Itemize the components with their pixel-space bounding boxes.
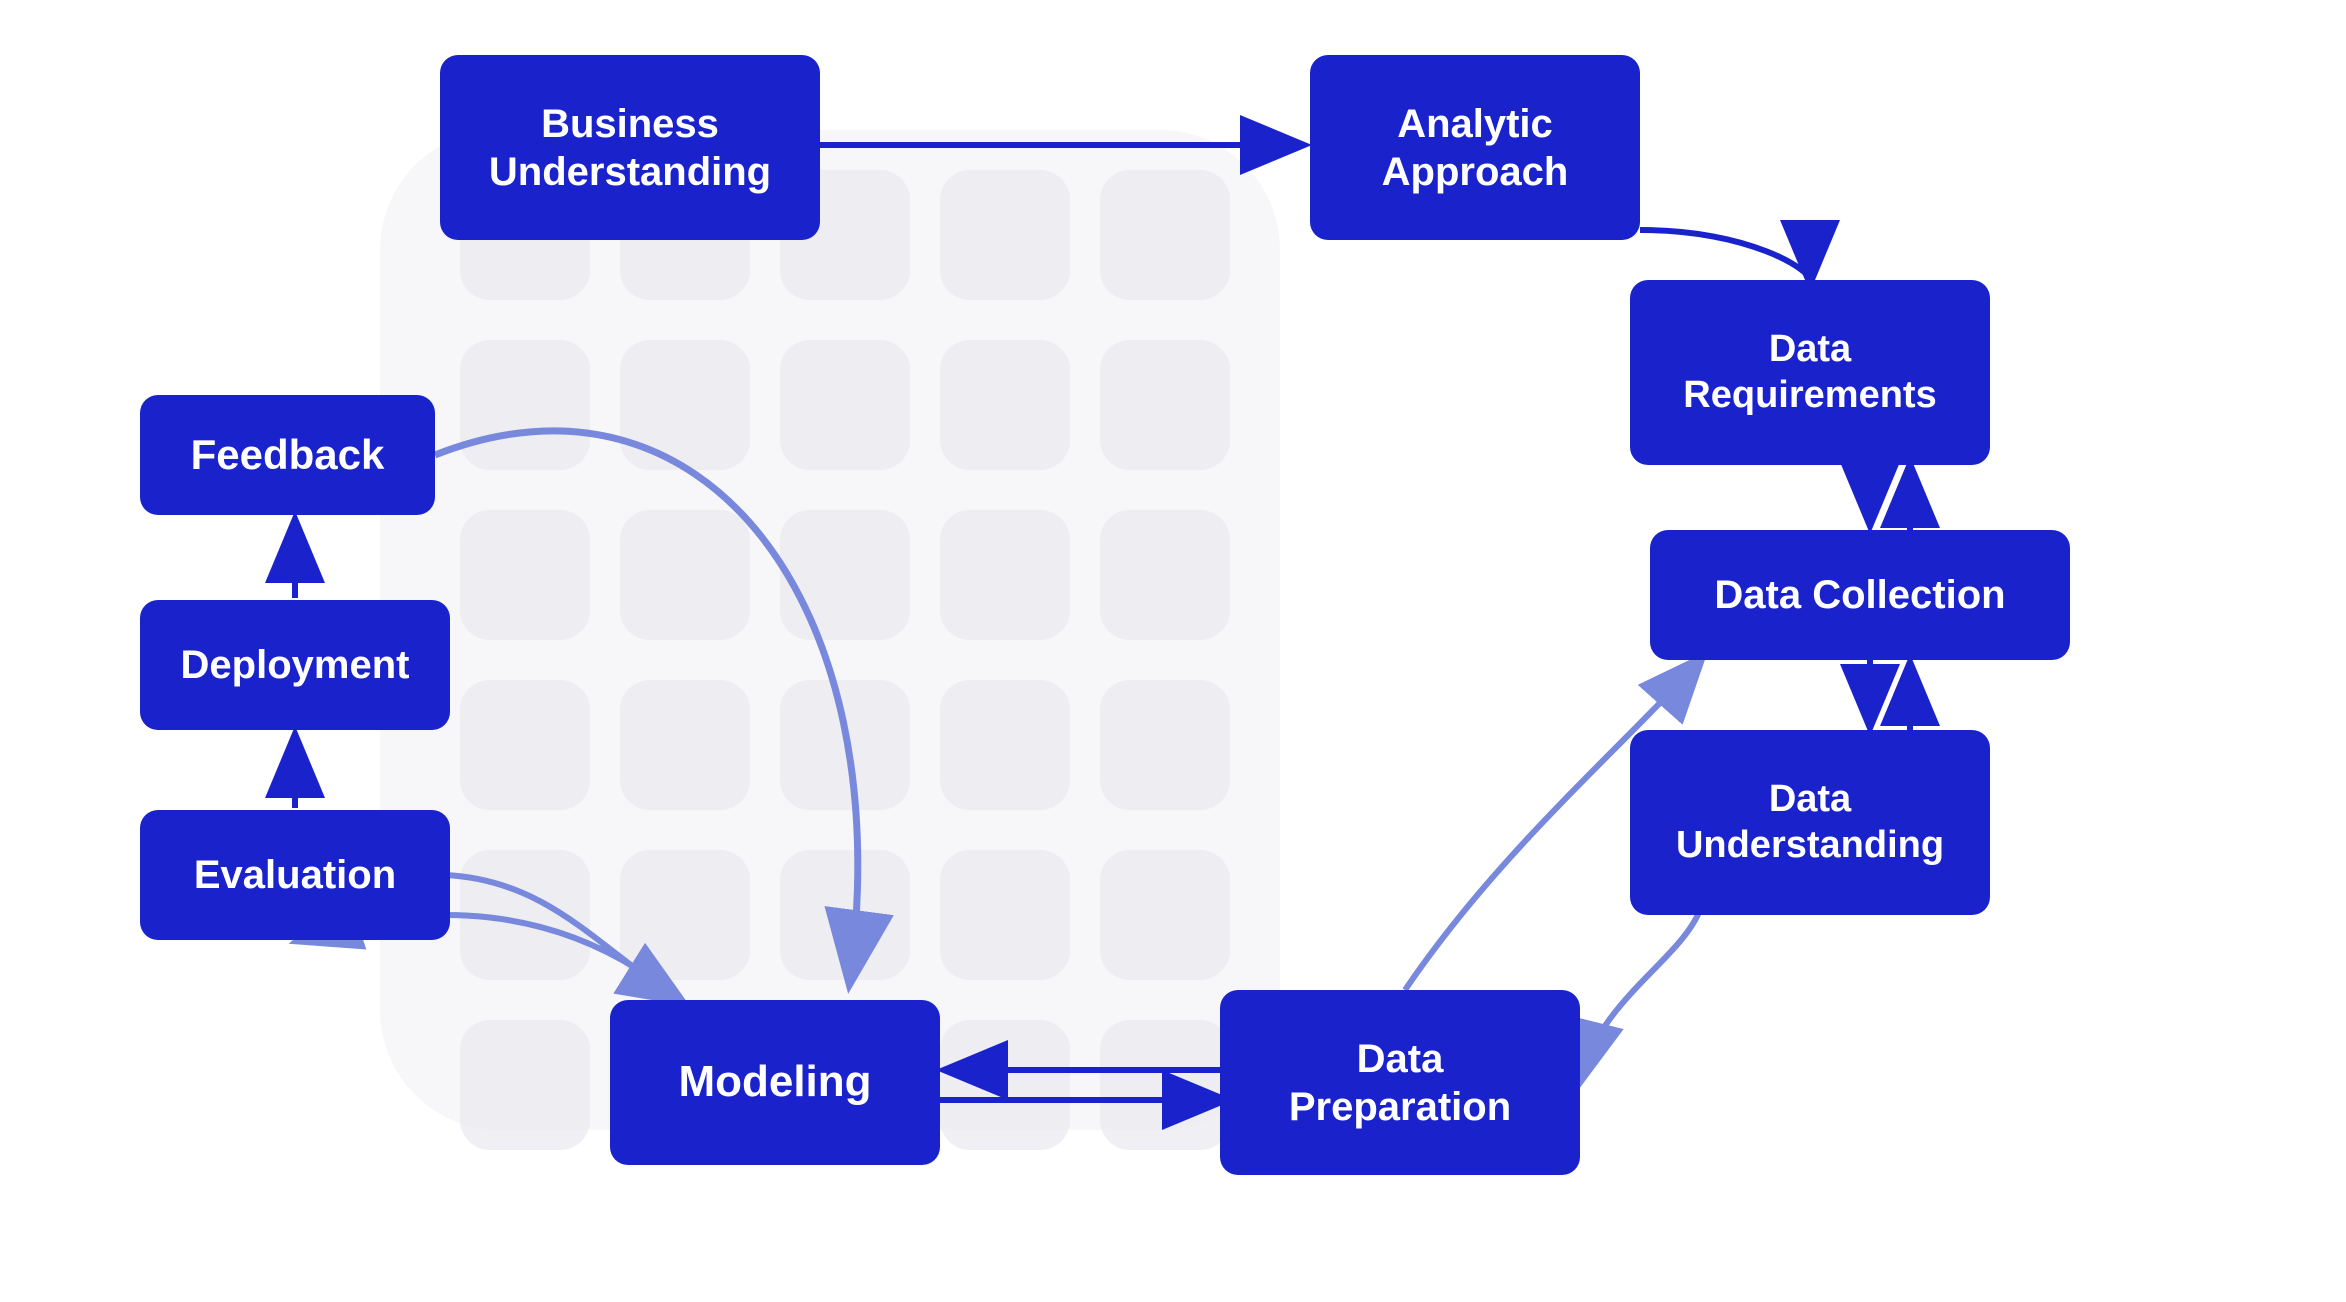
- data-preparation-node: Data Preparation: [1220, 990, 1580, 1175]
- data-understanding-node: Data Understanding: [1630, 730, 1990, 915]
- data-collection-node: Data Collection: [1650, 530, 2070, 660]
- evaluation-node: Evaluation: [140, 810, 450, 940]
- deployment-node: Deployment: [140, 600, 450, 730]
- feedback-node: Feedback: [140, 395, 435, 515]
- diagram-container: Business Understanding Analytic Approach…: [0, 0, 2346, 1302]
- analytic-approach-node: Analytic Approach: [1310, 55, 1640, 240]
- business-understanding-node: Business Understanding: [440, 55, 820, 240]
- data-requirements-node: Data Requirements: [1630, 280, 1990, 465]
- modeling-node: Modeling: [610, 1000, 940, 1165]
